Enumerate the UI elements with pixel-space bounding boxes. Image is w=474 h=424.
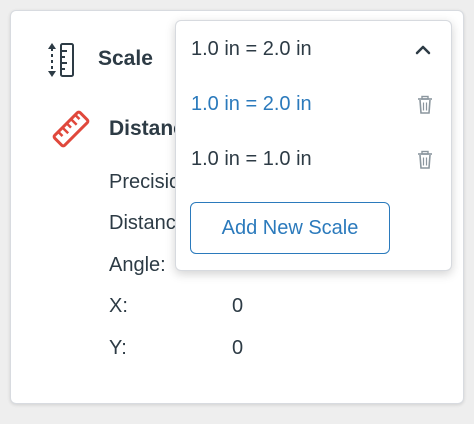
y-value: 0: [232, 337, 244, 359]
scale-dropdown[interactable]: 1.0 in = 2.0 in 1.0 in = 2.0 in 1.0 in =…: [175, 20, 452, 271]
distance-label: Distanc: [109, 117, 185, 140]
y-label: Y:: [109, 337, 127, 359]
trash-icon[interactable]: [416, 95, 434, 115]
trash-icon[interactable]: [416, 150, 434, 170]
chevron-up-icon[interactable]: [414, 41, 432, 59]
scale-dropdown-selected[interactable]: 1.0 in = 2.0 in: [191, 38, 312, 61]
scale-label: Scale: [98, 47, 153, 70]
scale-option-1in[interactable]: 1.0 in = 1.0 in: [191, 148, 312, 171]
scale-ruler-icon: [46, 41, 82, 81]
scale-option-2in[interactable]: 1.0 in = 2.0 in: [191, 93, 312, 116]
precision-label: Precisio: [109, 171, 181, 193]
add-new-scale-button[interactable]: Add New Scale: [190, 202, 390, 254]
x-value: 0: [232, 295, 244, 317]
angle-label: Angle:: [109, 254, 166, 276]
ruler-icon: [49, 107, 93, 151]
x-label: X:: [109, 295, 128, 317]
